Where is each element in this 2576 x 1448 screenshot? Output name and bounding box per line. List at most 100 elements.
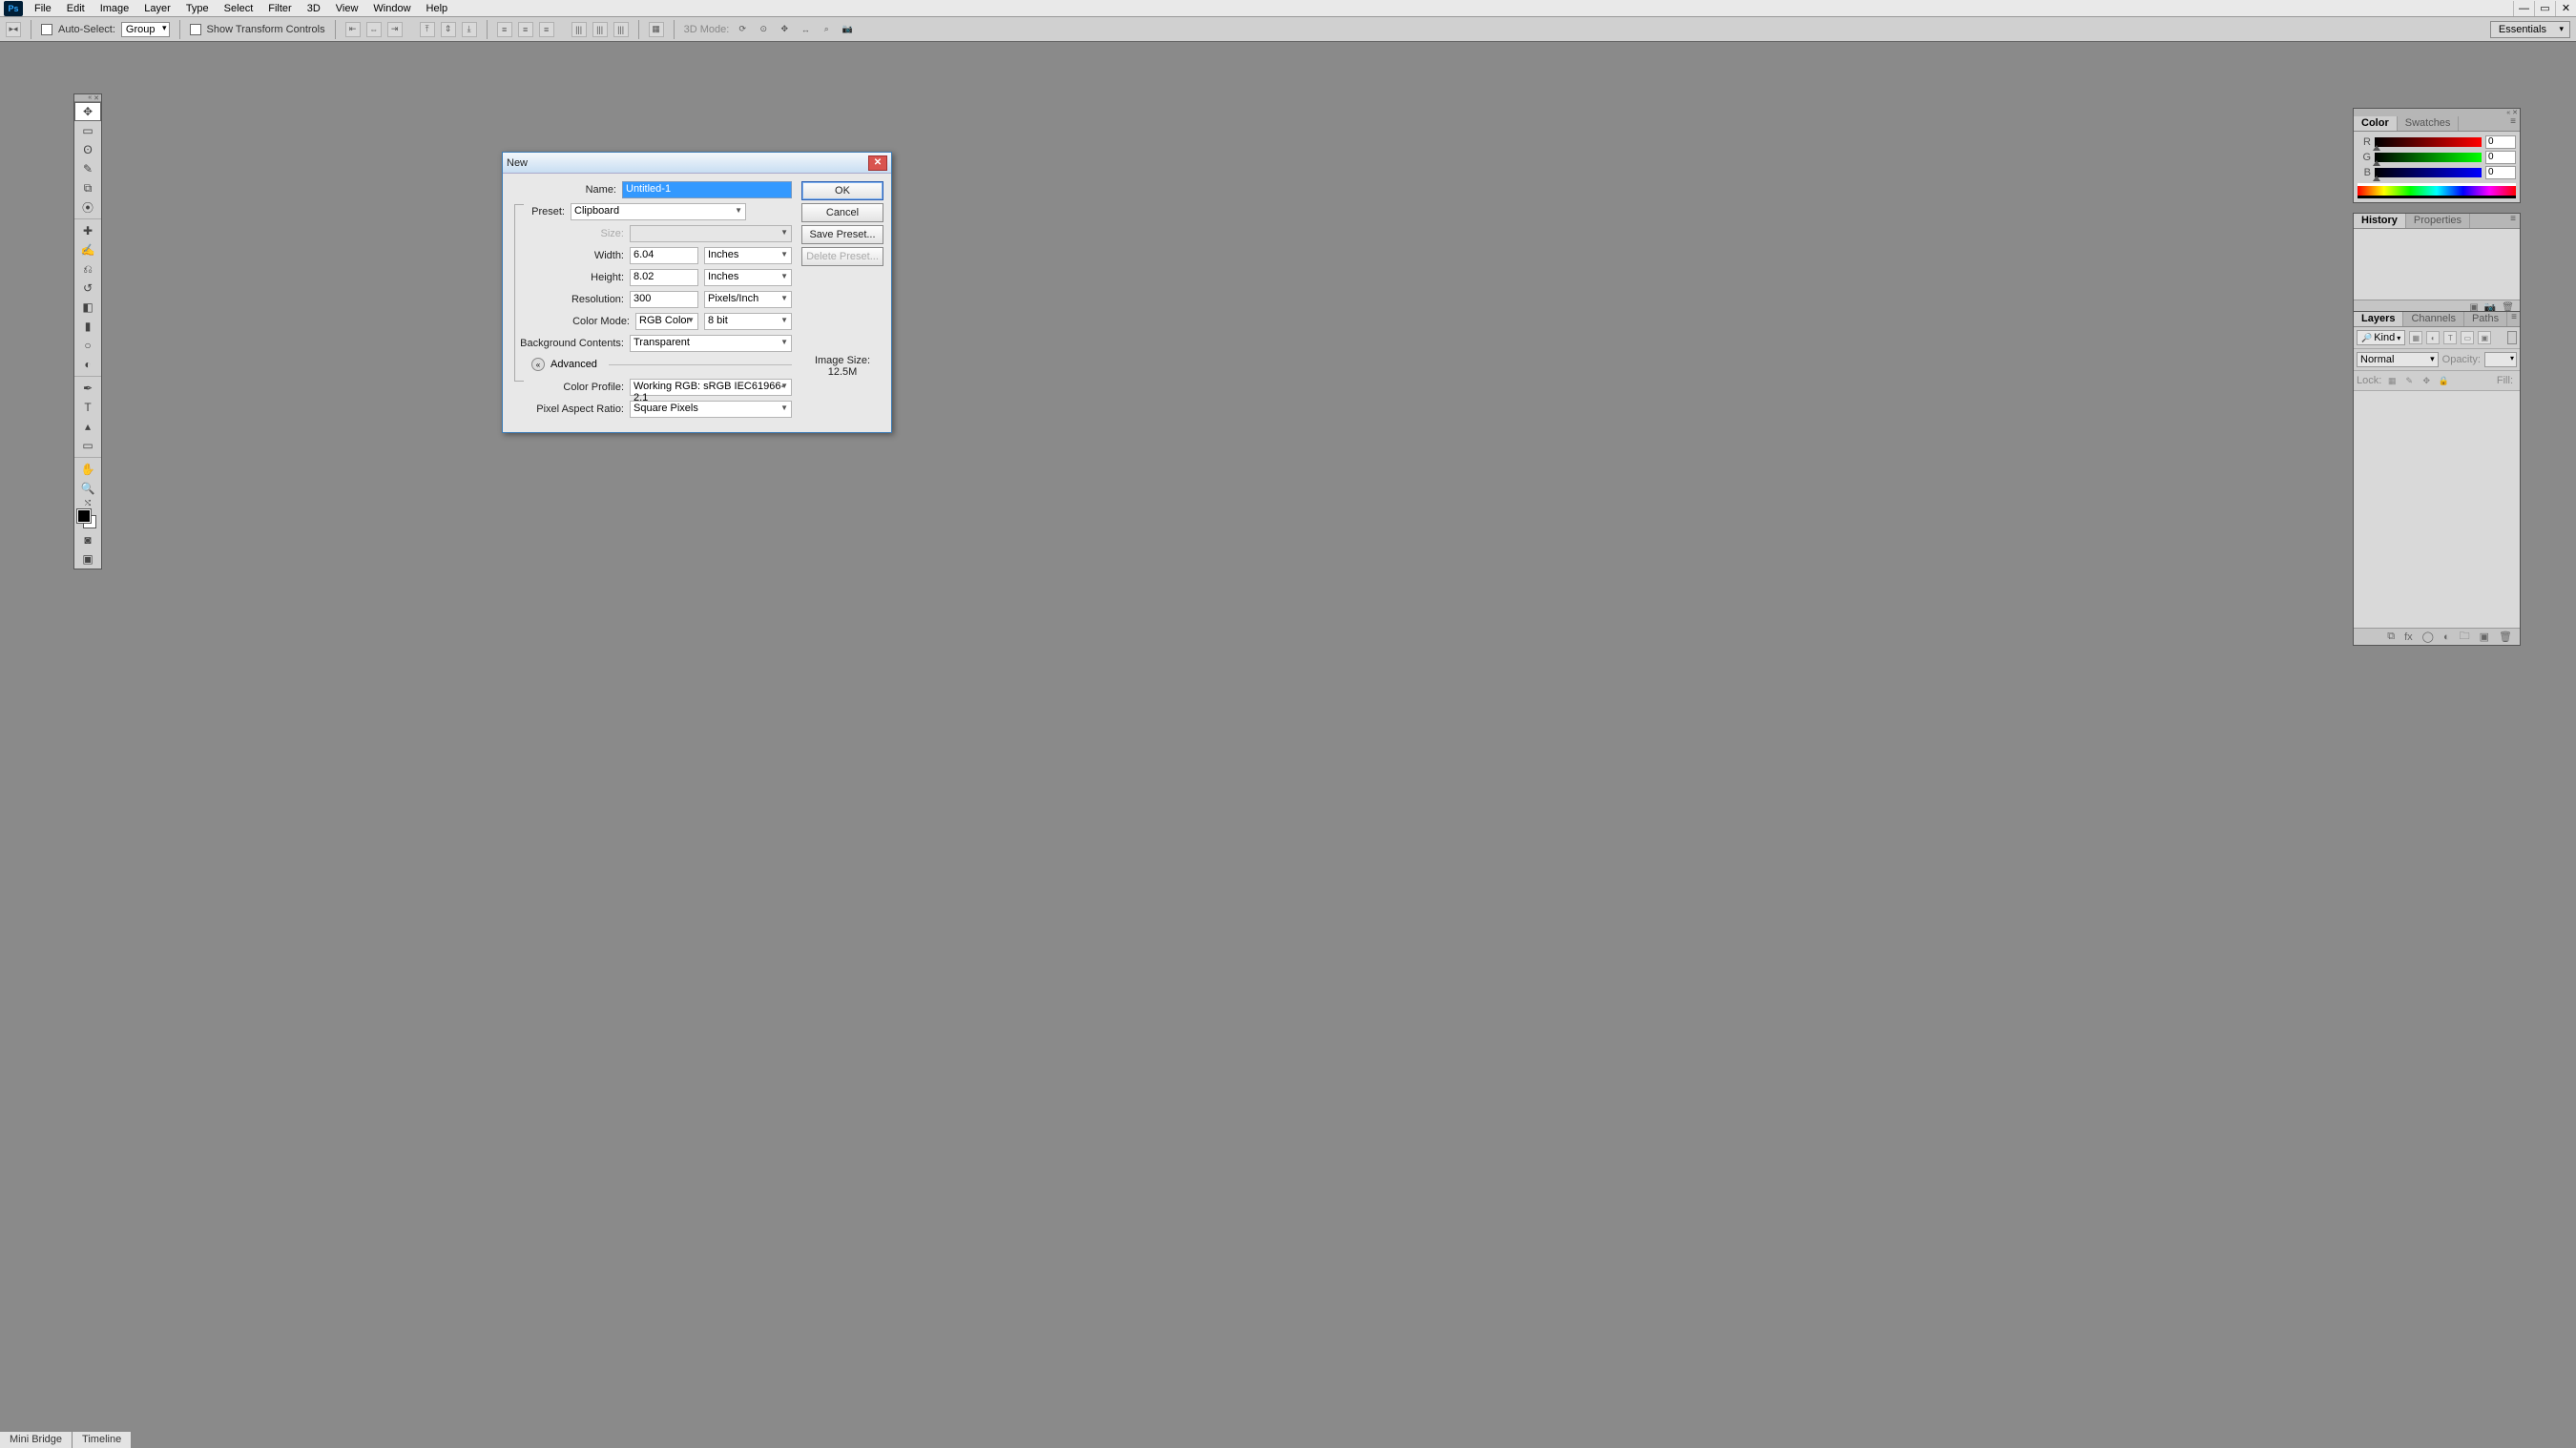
filter-pixel-icon[interactable]: ▦ (2409, 331, 2422, 344)
clone-stamp-tool[interactable]: ⎌ (74, 259, 101, 279)
pixelaspect-dropdown[interactable]: Square Pixels (630, 401, 792, 418)
advanced-toggle-icon[interactable]: « (531, 358, 545, 371)
menu-help[interactable]: Help (419, 1, 456, 16)
3d-slide-icon[interactable]: ↔ (798, 22, 813, 37)
trash-icon[interactable]: 🗑 (2499, 631, 2512, 643)
align-top-icon[interactable]: ⤒ (420, 22, 435, 37)
collapse-icon[interactable]: « (88, 94, 92, 101)
filter-type-icon[interactable]: T (2443, 331, 2457, 344)
tab-swatches[interactable]: Swatches (2398, 116, 2460, 131)
tab-properties[interactable]: Properties (2406, 214, 2470, 228)
history-brush-tool[interactable]: ↺ (74, 279, 101, 298)
brush-tool[interactable]: ✍ (74, 240, 101, 259)
link-layers-icon[interactable]: ⧉ (2387, 631, 2395, 643)
colormode-dropdown[interactable]: RGB Color (635, 313, 698, 330)
align-center-h-icon[interactable]: ⇔ (366, 22, 382, 37)
menu-select[interactable]: Select (217, 1, 261, 16)
tab-layers[interactable]: Layers (2354, 312, 2403, 326)
blend-mode-dropdown[interactable]: Normal (2357, 352, 2439, 367)
ok-button[interactable]: OK (801, 181, 883, 200)
auto-select-checkbox[interactable] (41, 24, 52, 35)
foreground-color-swatch[interactable] (77, 509, 91, 523)
bgcontents-dropdown[interactable]: Transparent (630, 335, 792, 352)
gradient-tool[interactable]: ▮ (74, 317, 101, 336)
filter-toggle[interactable] (2507, 331, 2517, 344)
healing-brush-tool[interactable]: ✚ (74, 221, 101, 240)
crop-tool[interactable]: ⧉ (74, 178, 101, 197)
resolution-unit-dropdown[interactable]: Pixels/Inch (704, 291, 792, 308)
b-value[interactable]: 0 (2485, 166, 2516, 179)
b-slider[interactable] (2375, 168, 2482, 177)
layer-style-icon[interactable]: fx (2404, 631, 2413, 643)
dodge-tool[interactable]: ◐ (74, 355, 101, 374)
align-right-icon[interactable]: ⇥ (387, 22, 403, 37)
align-center-v-icon[interactable]: ⇕ (441, 22, 456, 37)
width-unit-dropdown[interactable]: Inches (704, 247, 792, 264)
3d-camera-icon[interactable]: 📷 (840, 22, 855, 37)
eraser-tool[interactable]: ◧ (74, 298, 101, 317)
3d-zoom-icon[interactable]: ⌕ (819, 22, 834, 37)
menu-type[interactable]: Type (178, 1, 217, 16)
filter-kind-dropdown[interactable]: 🔎Kind▾ (2357, 330, 2405, 345)
panel-menu-icon[interactable]: ≡ (2506, 214, 2520, 228)
filter-smart-icon[interactable]: ▣ (2478, 331, 2491, 344)
width-input[interactable]: 6.04 (630, 247, 698, 264)
adjustment-layer-icon[interactable]: ◐ (2443, 631, 2450, 643)
height-unit-dropdown[interactable]: Inches (704, 269, 792, 286)
3d-pan-icon[interactable]: ✥ (777, 22, 792, 37)
move-tool-preset-icon[interactable]: ▸◂ (6, 22, 21, 37)
menu-view[interactable]: View (328, 1, 366, 16)
menu-image[interactable]: Image (93, 1, 137, 16)
lock-position-icon[interactable]: ✥ (2420, 374, 2433, 387)
minimize-button[interactable]: — (2513, 1, 2534, 16)
menu-filter[interactable]: Filter (260, 1, 299, 16)
menu-file[interactable]: File (27, 1, 59, 16)
marquee-tool[interactable]: ▭ (74, 121, 101, 140)
panel-menu-icon[interactable]: ≡ (2506, 116, 2520, 131)
opacity-input[interactable] (2484, 352, 2517, 367)
lock-pixels-icon[interactable]: ✎ (2402, 374, 2416, 387)
workspace-selector[interactable]: Essentials (2490, 21, 2570, 38)
menu-layer[interactable]: Layer (136, 1, 178, 16)
color-swatches[interactable] (74, 509, 101, 530)
show-transform-checkbox[interactable] (190, 24, 201, 35)
close-button[interactable]: ✕ (2555, 1, 2576, 16)
new-layer-icon[interactable]: ▣ (2480, 631, 2489, 643)
r-slider[interactable] (2375, 137, 2482, 147)
close-icon[interactable]: ✕ (93, 94, 99, 102)
save-preset-button[interactable]: Save Preset... (801, 225, 883, 244)
maximize-button[interactable]: ▭ (2534, 1, 2555, 16)
tab-timeline[interactable]: Timeline (73, 1432, 132, 1448)
colorprofile-dropdown[interactable]: Working RGB: sRGB IEC61966-2.1 (630, 379, 792, 396)
3d-roll-icon[interactable]: ⊙ (756, 22, 771, 37)
distribute-hcenter-icon[interactable]: ||| (592, 22, 608, 37)
pen-tool[interactable]: ✒ (74, 379, 101, 398)
cancel-button[interactable]: Cancel (801, 203, 883, 222)
swap-colors-icon[interactable]: ⤭ (74, 498, 101, 509)
group-icon[interactable]: 🗀 (2460, 628, 2470, 646)
menu-edit[interactable]: Edit (59, 1, 93, 16)
distribute-right-icon[interactable]: ||| (613, 22, 629, 37)
menu-window[interactable]: Window (365, 1, 418, 16)
quick-mask-tool[interactable]: ◙ (74, 530, 101, 549)
tab-color[interactable]: Color (2354, 116, 2398, 131)
align-left-icon[interactable]: ⇤ (345, 22, 361, 37)
move-tool[interactable]: ✥ (74, 102, 101, 121)
zoom-tool[interactable]: 🔍 (74, 479, 101, 498)
filter-adjust-icon[interactable]: ◐ (2426, 331, 2440, 344)
layer-mask-icon[interactable]: ◯ (2422, 631, 2434, 643)
auto-align-icon[interactable]: ▦ (649, 22, 664, 37)
screen-mode-tool[interactable]: ▣ (74, 549, 101, 569)
color-spectrum[interactable] (2358, 183, 2516, 198)
eyedropper-tool[interactable]: ⦿ (74, 197, 101, 217)
path-select-tool[interactable]: ▴ (74, 417, 101, 436)
tab-mini-bridge[interactable]: Mini Bridge (0, 1432, 73, 1448)
shape-tool[interactable]: ▭ (74, 436, 101, 455)
tab-paths[interactable]: Paths (2464, 312, 2507, 326)
dialog-titlebar[interactable]: New ✕ (503, 153, 891, 174)
3d-orbit-icon[interactable]: ⟳ (735, 22, 750, 37)
tab-history[interactable]: History (2354, 214, 2406, 228)
align-bottom-icon[interactable]: ⤓ (462, 22, 477, 37)
r-value[interactable]: 0 (2485, 135, 2516, 149)
type-tool[interactable]: T (74, 398, 101, 417)
